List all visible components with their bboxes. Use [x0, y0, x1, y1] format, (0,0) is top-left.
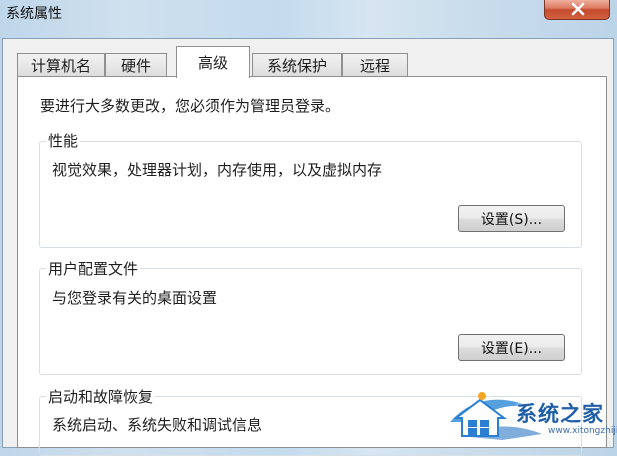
- window-title: 系统属性: [6, 6, 62, 22]
- close-button[interactable]: [544, 0, 610, 20]
- tab-system-protection[interactable]: 系统保护: [252, 53, 342, 77]
- tab-label: 高级: [197, 54, 228, 72]
- tab-computer-name[interactable]: 计算机名: [17, 53, 105, 77]
- close-icon: [571, 2, 585, 16]
- startup-recovery-label: 启动和故障恢复: [46, 386, 156, 407]
- tab-advanced[interactable]: 高级: [176, 46, 250, 78]
- user-profiles-settings-button[interactable]: 设置(E)...: [458, 334, 565, 361]
- watermark-text: 系统之家: [516, 402, 604, 426]
- performance-label: 性能: [46, 130, 81, 151]
- tab-label: 远程: [359, 57, 390, 75]
- tab-remote[interactable]: 远程: [342, 53, 408, 77]
- watermark-url: www.xitongzhijia.net: [548, 426, 617, 436]
- user-profiles-label: 用户配置文件: [46, 258, 141, 279]
- admin-notice: 要进行大多数更改，您必须作为管理员登录。: [40, 97, 341, 115]
- tab-label: 计算机名: [30, 57, 91, 75]
- performance-description: 视觉效果，处理器计划，内存使用，以及虚拟内存: [52, 161, 383, 179]
- tab-label: 系统保护: [266, 57, 327, 75]
- tab-hardware[interactable]: 硬件: [105, 53, 167, 77]
- startup-recovery-description: 系统启动、系统失败和调试信息: [52, 416, 263, 434]
- tab-label: 硬件: [120, 57, 151, 75]
- user-profiles-description: 与您登录有关的桌面设置: [52, 289, 218, 307]
- performance-settings-button[interactable]: 设置(S)...: [458, 205, 565, 232]
